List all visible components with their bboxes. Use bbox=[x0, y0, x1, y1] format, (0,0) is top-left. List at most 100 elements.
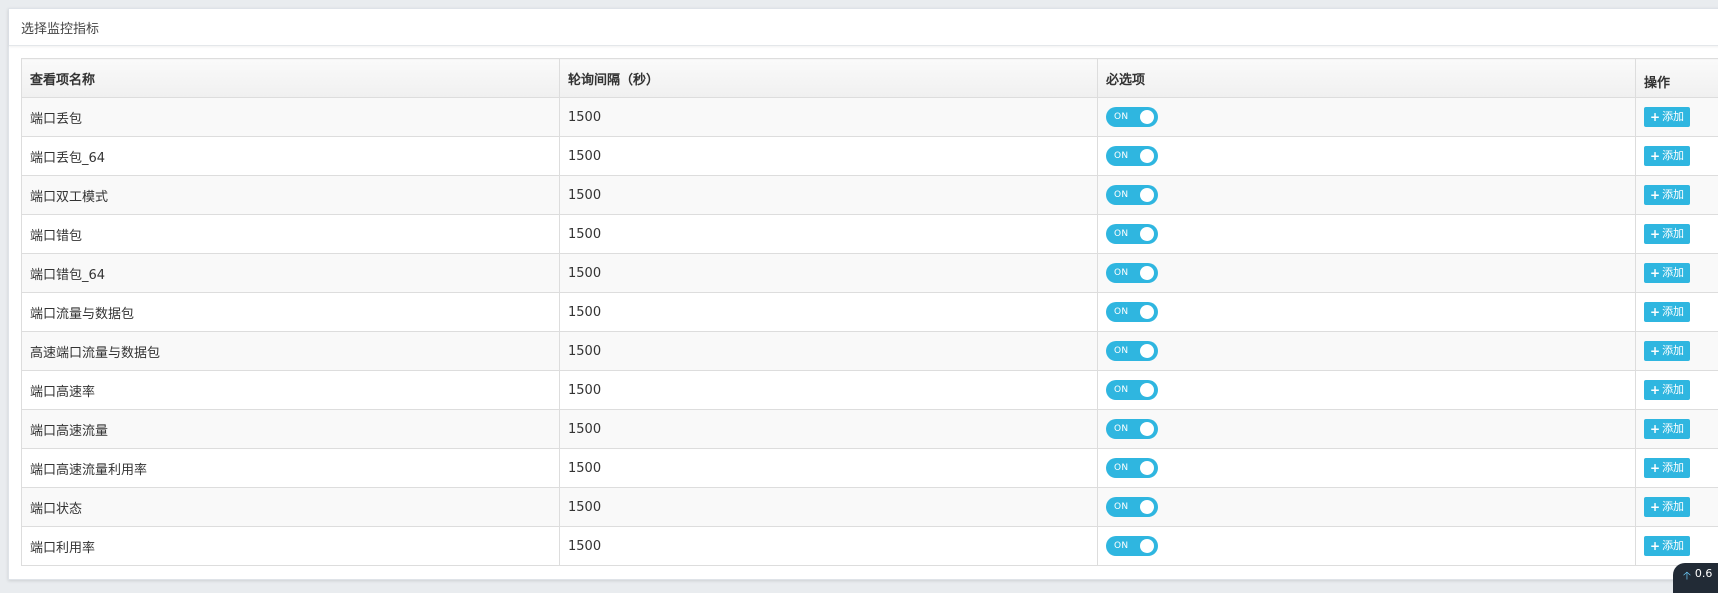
toggle-knob bbox=[1140, 500, 1154, 514]
table-row: 端口高速流量 1500 ON + 添加 bbox=[22, 410, 1718, 449]
required-toggle[interactable]: ON bbox=[1106, 419, 1158, 439]
add-button[interactable]: + 添加 bbox=[1644, 107, 1690, 127]
toggle-knob bbox=[1140, 110, 1154, 124]
row-name: 端口高速流量 bbox=[22, 410, 560, 449]
plus-icon: + bbox=[1650, 185, 1660, 205]
toggle-knob bbox=[1140, 539, 1154, 553]
row-name: 端口状态 bbox=[22, 488, 560, 527]
row-name: 端口双工模式 bbox=[22, 176, 560, 215]
row-name: 高速端口流量与数据包 bbox=[22, 332, 560, 371]
required-toggle[interactable]: ON bbox=[1106, 224, 1158, 244]
row-interval: 1500 bbox=[560, 176, 1098, 215]
row-action-cell: + 添加 bbox=[1636, 293, 1718, 332]
plus-icon: + bbox=[1650, 107, 1660, 127]
toggle-label: ON bbox=[1114, 229, 1128, 239]
add-button[interactable]: + 添加 bbox=[1644, 224, 1690, 244]
row-required-cell: ON bbox=[1098, 176, 1636, 215]
table-row: 端口错包_64 1500 ON + 添加 bbox=[22, 254, 1718, 293]
toggle-knob bbox=[1140, 461, 1154, 475]
table-header-row: 查看项名称 轮询间隔（秒） 必选项 操作 bbox=[22, 59, 1718, 98]
toggle-label: ON bbox=[1114, 463, 1128, 473]
add-button[interactable]: + 添加 bbox=[1644, 419, 1690, 439]
add-button-label: 添加 bbox=[1662, 341, 1684, 361]
table-row: 端口高速率 1500 ON + 添加 bbox=[22, 371, 1718, 410]
row-name: 端口高速率 bbox=[22, 371, 560, 410]
row-action-cell: + 添加 bbox=[1636, 137, 1718, 176]
toggle-knob bbox=[1140, 383, 1154, 397]
row-interval: 1500 bbox=[560, 332, 1098, 371]
required-toggle[interactable]: ON bbox=[1106, 263, 1158, 283]
required-toggle[interactable]: ON bbox=[1106, 536, 1158, 556]
row-name: 端口高速流量利用率 bbox=[22, 449, 560, 488]
row-interval: 1500 bbox=[560, 215, 1098, 254]
plus-icon: + bbox=[1650, 224, 1660, 244]
panel-title: 选择监控指标 bbox=[9, 9, 1718, 46]
row-required-cell: ON bbox=[1098, 215, 1636, 254]
toggle-label: ON bbox=[1114, 268, 1128, 278]
toggle-label: ON bbox=[1114, 385, 1128, 395]
table-row: 端口丢包_64 1500 ON + 添加 bbox=[22, 137, 1718, 176]
add-button-label: 添加 bbox=[1662, 380, 1684, 400]
row-required-cell: ON bbox=[1098, 293, 1636, 332]
add-button[interactable]: + 添加 bbox=[1644, 341, 1690, 361]
plus-icon: + bbox=[1650, 458, 1660, 478]
row-interval: 1500 bbox=[560, 410, 1098, 449]
plus-icon: + bbox=[1650, 536, 1660, 556]
badge-value: 0.6 bbox=[1695, 567, 1713, 580]
row-interval: 1500 bbox=[560, 449, 1098, 488]
row-name: 端口利用率 bbox=[22, 527, 560, 566]
add-button-label: 添加 bbox=[1662, 185, 1684, 205]
table-row: 端口状态 1500 ON + 添加 bbox=[22, 488, 1718, 527]
add-button[interactable]: + 添加 bbox=[1644, 185, 1690, 205]
required-toggle[interactable]: ON bbox=[1106, 185, 1158, 205]
row-name: 端口丢包 bbox=[22, 98, 560, 137]
add-button-label: 添加 bbox=[1662, 107, 1684, 127]
row-required-cell: ON bbox=[1098, 332, 1636, 371]
row-action-cell: + 添加 bbox=[1636, 254, 1718, 293]
row-action-cell: + 添加 bbox=[1636, 449, 1718, 488]
add-button[interactable]: + 添加 bbox=[1644, 302, 1690, 322]
add-button[interactable]: + 添加 bbox=[1644, 497, 1690, 517]
required-toggle[interactable]: ON bbox=[1106, 458, 1158, 478]
toggle-label: ON bbox=[1114, 346, 1128, 356]
header-name: 查看项名称 bbox=[22, 59, 560, 98]
row-required-cell: ON bbox=[1098, 98, 1636, 137]
row-interval: 1500 bbox=[560, 254, 1098, 293]
required-toggle[interactable]: ON bbox=[1106, 107, 1158, 127]
row-interval: 1500 bbox=[560, 293, 1098, 332]
required-toggle[interactable]: ON bbox=[1106, 380, 1158, 400]
row-action-cell: + 添加 bbox=[1636, 176, 1718, 215]
toggle-label: ON bbox=[1114, 112, 1128, 122]
toggle-label: ON bbox=[1114, 424, 1128, 434]
required-toggle[interactable]: ON bbox=[1106, 146, 1158, 166]
add-button-label: 添加 bbox=[1662, 497, 1684, 517]
table-row: 高速端口流量与数据包 1500 ON + 添加 bbox=[22, 332, 1718, 371]
table-row: 端口利用率 1500 ON + 添加 bbox=[22, 527, 1718, 566]
row-action-cell: + 添加 bbox=[1636, 98, 1718, 137]
plus-icon: + bbox=[1650, 341, 1660, 361]
toggle-label: ON bbox=[1114, 151, 1128, 161]
row-required-cell: ON bbox=[1098, 371, 1636, 410]
add-button[interactable]: + 添加 bbox=[1644, 458, 1690, 478]
plus-icon: + bbox=[1650, 302, 1660, 322]
required-toggle[interactable]: ON bbox=[1106, 341, 1158, 361]
speed-badge[interactable]: 🡡 0.6 bbox=[1673, 563, 1718, 593]
add-button[interactable]: + 添加 bbox=[1644, 380, 1690, 400]
add-button-label: 添加 bbox=[1662, 302, 1684, 322]
required-toggle[interactable]: ON bbox=[1106, 497, 1158, 517]
toggle-knob bbox=[1140, 422, 1154, 436]
row-required-cell: ON bbox=[1098, 410, 1636, 449]
add-button-label: 添加 bbox=[1662, 419, 1684, 439]
row-action-cell: + 添加 bbox=[1636, 371, 1718, 410]
table-body: 端口丢包 1500 ON + 添加 端口丢包_64 1500 ON + 添加 bbox=[22, 98, 1718, 566]
row-name: 端口错包 bbox=[22, 215, 560, 254]
table-wrapper: 查看项名称 轮询间隔（秒） 必选项 操作 端口丢包 1500 ON + 添加 端… bbox=[21, 58, 1718, 566]
add-button-label: 添加 bbox=[1662, 263, 1684, 283]
add-button[interactable]: + 添加 bbox=[1644, 536, 1690, 556]
add-button[interactable]: + 添加 bbox=[1644, 146, 1690, 166]
add-button[interactable]: + 添加 bbox=[1644, 263, 1690, 283]
metrics-table: 查看项名称 轮询间隔（秒） 必选项 操作 端口丢包 1500 ON + 添加 端… bbox=[21, 58, 1718, 566]
row-interval: 1500 bbox=[560, 488, 1098, 527]
required-toggle[interactable]: ON bbox=[1106, 302, 1158, 322]
toggle-knob bbox=[1140, 344, 1154, 358]
